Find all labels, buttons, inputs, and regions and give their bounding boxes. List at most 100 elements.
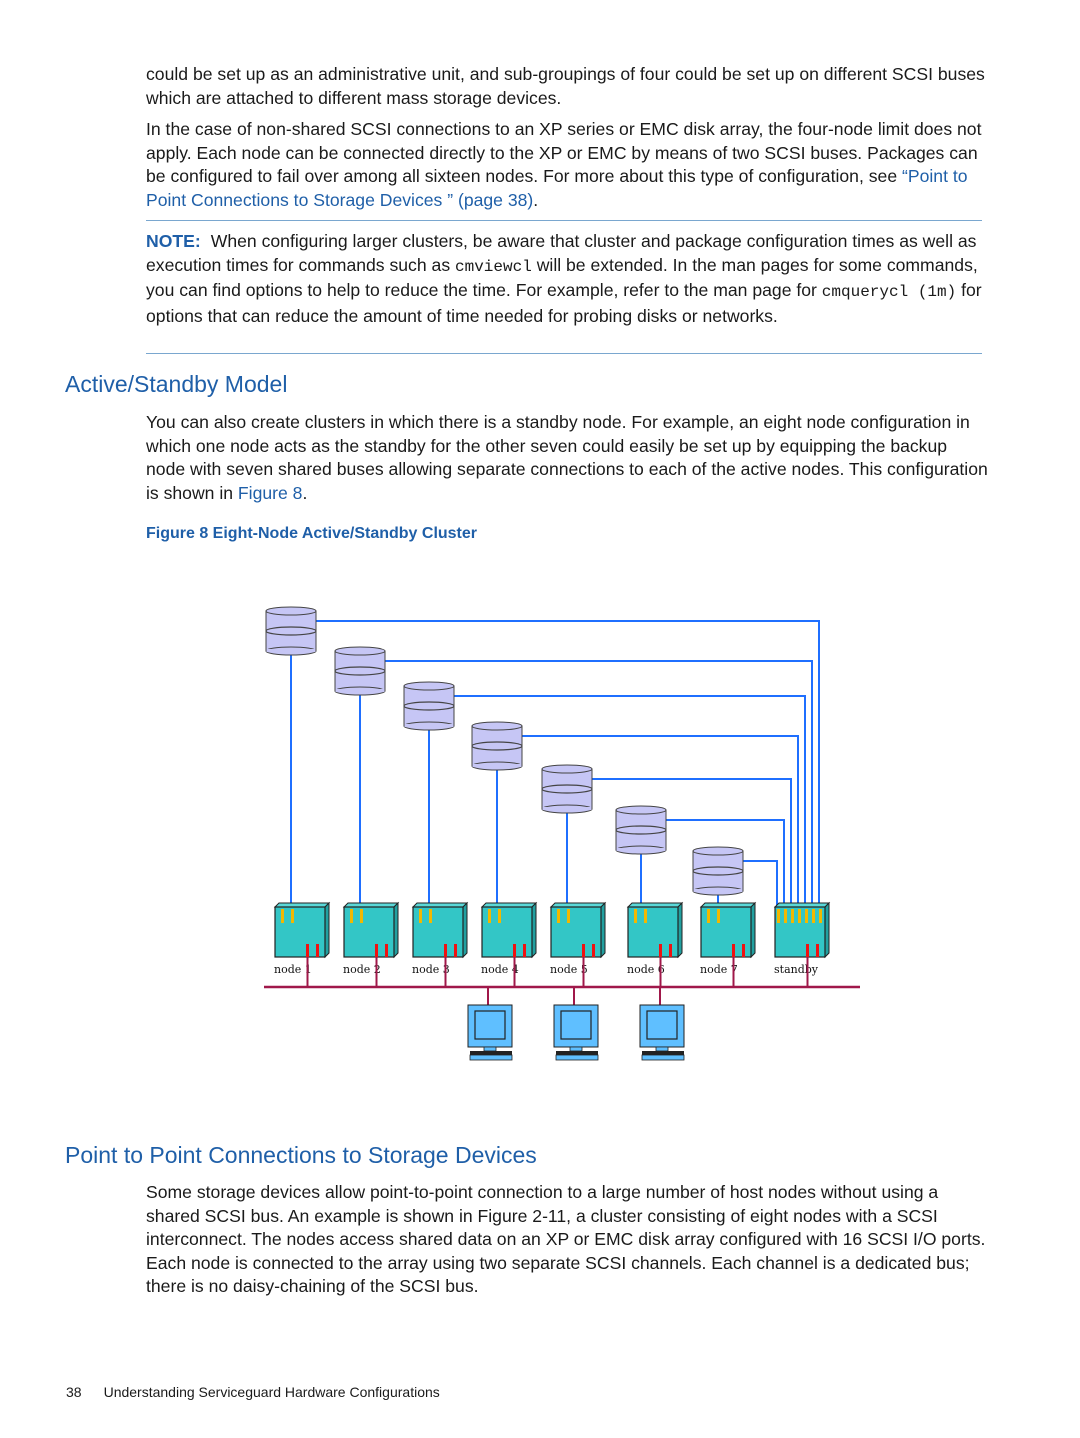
node-label: node 6	[627, 963, 665, 976]
lan-port	[806, 944, 809, 957]
disk-fill	[472, 764, 522, 767]
disk-fill	[542, 807, 592, 810]
keyboard	[555, 1054, 599, 1061]
monitor-stand	[569, 1046, 583, 1052]
disk-fill	[616, 848, 666, 851]
scsi-port	[634, 909, 637, 923]
cluster-diagram: node 1 node 2 node 3 node 4 node 5 node 6 node…	[264, 606, 860, 1061]
scsi-port	[798, 909, 801, 923]
node-box: standby	[773, 901, 831, 976]
workstation-icon	[639, 987, 685, 1061]
intro-paragraph-2-end: .	[533, 189, 539, 210]
note-label: NOTE:	[146, 231, 201, 251]
disk-icon	[615, 805, 667, 855]
scsi-port	[644, 909, 647, 923]
scsi-port	[281, 909, 284, 923]
disk-body	[692, 850, 744, 892]
scsi-port	[498, 909, 501, 923]
node-box: node 6	[626, 901, 684, 976]
disk-icon	[403, 681, 455, 731]
disk-icon	[541, 764, 593, 814]
intro-paragraph-1: could be set up as an administrative uni…	[146, 64, 985, 108]
keyboard-top	[470, 1051, 512, 1055]
page-number: 38	[66, 1384, 82, 1400]
lan-port	[385, 944, 388, 957]
keyboard	[641, 1054, 685, 1061]
scsi-bus-to-standby	[743, 860, 778, 907]
intro-paragraph-2-text: In the case of non-shared SCSI connectio…	[146, 119, 982, 187]
scsi-port	[805, 909, 808, 923]
disk-top	[692, 846, 744, 856]
disk-top	[403, 681, 455, 691]
scsi-port	[707, 909, 710, 923]
disk-body	[615, 809, 667, 851]
node-label: node 2	[343, 963, 381, 976]
monitor-screen	[646, 1010, 678, 1040]
node-label: node 3	[412, 963, 450, 976]
scsi-port	[291, 909, 294, 923]
disk-top	[471, 721, 523, 731]
node-box: node 5	[549, 901, 607, 976]
lan-port	[444, 944, 447, 957]
disk-body	[265, 610, 317, 652]
workstation-icon	[467, 987, 513, 1061]
disk-top	[541, 764, 593, 774]
lan-port	[306, 944, 309, 957]
disk-top	[615, 805, 667, 815]
disk-fill	[693, 889, 743, 892]
scsi-port	[557, 909, 560, 923]
section-heading-active-standby: Active/Standby Model	[65, 371, 288, 397]
chapter-title: Understanding Serviceguard Hardware Conf…	[103, 1384, 440, 1400]
command-cmviewcl: cmviewcl	[455, 257, 532, 276]
scsi-port	[419, 909, 422, 923]
figure-8-link[interactable]: Figure 8	[238, 483, 303, 503]
workstation-icon	[553, 987, 599, 1061]
monitor-screen	[474, 1010, 506, 1040]
scsi-port	[567, 909, 570, 923]
node-group: node 1 node 2 node 3 node 4 node 5 node 6 node…	[273, 901, 831, 976]
disk-icon	[334, 646, 386, 696]
lan-port	[669, 944, 672, 957]
lan-port	[523, 944, 526, 957]
section-heading-point-to-point: Point to Point Connections to Storage De…	[65, 1142, 537, 1168]
disk-body	[403, 685, 455, 727]
scsi-port	[812, 909, 815, 923]
lan-port	[816, 944, 819, 957]
note-top-rule	[146, 220, 982, 221]
scsi-port	[350, 909, 353, 923]
scsi-port	[360, 909, 363, 923]
monitor-stand	[483, 1046, 497, 1052]
figure-caption: Figure 8 Eight-Node Active/Standby Clust…	[146, 525, 478, 542]
lan-port	[592, 944, 595, 957]
scsi-port	[777, 909, 780, 923]
keyboard-top	[642, 1051, 684, 1055]
lan-port	[513, 944, 516, 957]
node-side	[393, 901, 399, 959]
scsi-port	[819, 909, 822, 923]
node-label: node 7	[700, 963, 738, 976]
active-standby-text-end: .	[302, 482, 308, 503]
node-label: standby	[774, 963, 819, 976]
intro-paragraph-2: In the case of non-shared SCSI connectio…	[146, 118, 988, 212]
disk-body	[471, 725, 523, 767]
node-box: node 2	[342, 901, 400, 976]
lan-port	[742, 944, 745, 957]
scsi-port	[429, 909, 432, 923]
point-to-point-paragraph: Some storage devices allow point-to-poin…	[146, 1182, 986, 1297]
lan-port	[659, 944, 662, 957]
node-box: node 4	[480, 901, 538, 976]
disk-fill	[266, 649, 316, 652]
note-block: NOTE: When configuring larger clusters, b…	[146, 230, 988, 328]
node-box: node 1	[273, 901, 331, 976]
disk-icon	[692, 846, 744, 896]
monitor-stand	[655, 1046, 669, 1052]
page-footer: 38 Understanding Serviceguard Hardware Co…	[66, 1384, 440, 1400]
workstation-group	[467, 987, 685, 1061]
node-side	[324, 901, 330, 959]
disk-body	[334, 650, 386, 692]
node-box: node 3	[411, 901, 469, 976]
node-box: node 7	[699, 901, 757, 976]
lan-port	[582, 944, 585, 957]
scsi-port	[488, 909, 491, 923]
disk-icon	[471, 721, 523, 771]
